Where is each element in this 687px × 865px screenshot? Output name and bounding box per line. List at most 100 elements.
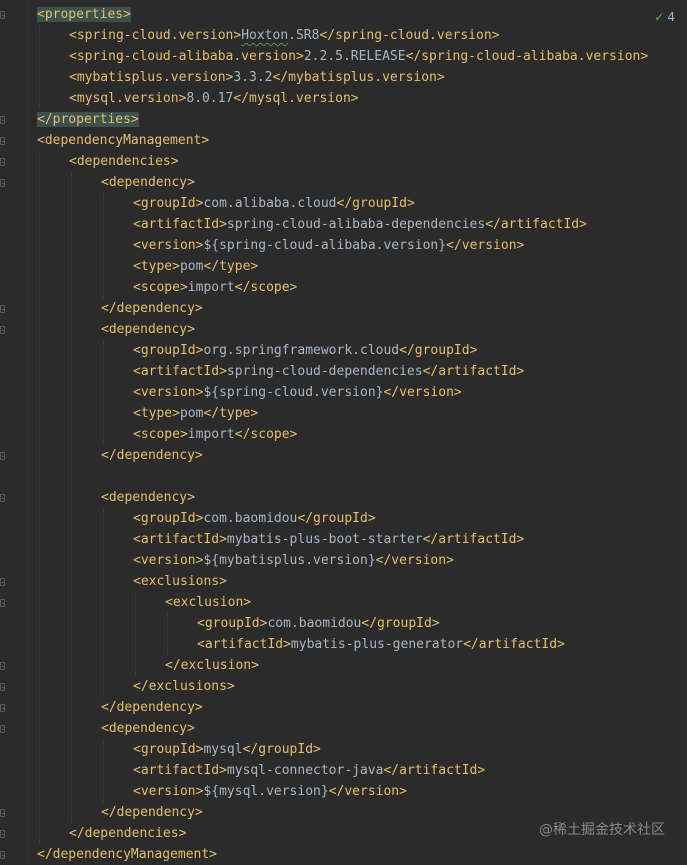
fold-marker-icon[interactable] <box>0 452 5 460</box>
xml-value: ${mybatisplus.version} <box>203 553 376 568</box>
fold-marker-icon[interactable] <box>0 179 5 187</box>
xml-tag: </groupId> <box>361 616 440 631</box>
code-line[interactable]: <dependencyManagement> <box>37 130 209 151</box>
indent-guide <box>39 25 40 109</box>
xml-value: com.baomidou <box>267 616 362 631</box>
xml-tag: <artifactId> <box>133 763 227 778</box>
fold-marker-icon[interactable] <box>0 305 5 313</box>
fold-marker-icon[interactable] <box>0 158 5 166</box>
fold-marker-icon[interactable] <box>0 599 5 607</box>
code-line[interactable]: <exclusions> <box>133 571 227 592</box>
code-line[interactable]: </exclusions> <box>133 676 235 697</box>
code-line[interactable]: </properties> <box>37 109 139 130</box>
xml-value: Hoxton <box>241 28 289 43</box>
xml-value: ${spring-cloud.version} <box>203 385 384 400</box>
xml-tag: </version> <box>375 553 454 568</box>
code-line[interactable]: <dependency> <box>101 172 195 193</box>
code-line[interactable]: <mysql.version>8.0.17</mysql.version> <box>69 88 359 109</box>
code-line[interactable]: <version>${spring-cloud.version}</versio… <box>133 382 462 403</box>
code-line[interactable]: </dependencyManagement> <box>37 844 217 865</box>
xml-tag: </artifactId> <box>383 763 486 778</box>
xml-tag: </version> <box>383 385 462 400</box>
xml-value: ${mysql.version} <box>203 784 329 799</box>
xml-tag: <version> <box>133 784 204 799</box>
xml-tag: </dependencies> <box>69 826 187 841</box>
code-line[interactable]: <mybatisplus.version>3.3.2</mybatisplus.… <box>69 67 445 88</box>
code-line[interactable]: <spring-cloud-alibaba.version>2.2.5.RELE… <box>69 46 648 67</box>
code-line[interactable]: <dependency> <box>101 319 195 340</box>
fold-marker-icon[interactable] <box>0 326 5 334</box>
xml-tag: <dependency> <box>101 322 195 337</box>
code-line[interactable]: <type>pom</type> <box>133 403 258 424</box>
xml-tag: </type> <box>203 406 259 421</box>
code-line[interactable]: <properties> <box>37 4 131 25</box>
code-line[interactable]: </exclusion> <box>165 655 259 676</box>
fold-marker-icon[interactable] <box>0 830 5 838</box>
fold-marker-icon[interactable] <box>0 662 5 670</box>
code-line[interactable]: <dependencies> <box>69 151 179 172</box>
code-line[interactable]: <scope>import</scope> <box>133 277 297 298</box>
xml-tag: <artifactId> <box>133 532 227 547</box>
xml-tag: <version> <box>133 553 204 568</box>
xml-tag: </scope> <box>234 427 298 442</box>
xml-tag: </artifactId> <box>485 217 587 232</box>
xml-tag: </exclusions> <box>133 679 235 694</box>
inspection-widget[interactable]: ✓ 4 <box>654 9 675 25</box>
code-line[interactable]: <version>${spring-cloud-alibaba.version}… <box>133 235 524 256</box>
xml-tag: </mybatisplus.version> <box>272 70 445 85</box>
code-line[interactable]: <dependency> <box>101 718 195 739</box>
code-line[interactable]: <groupId>com.baomidou</groupId> <box>133 508 376 529</box>
code-line[interactable]: </dependency> <box>101 298 203 319</box>
code-line[interactable]: <artifactId>mybatis-plus-boot-starter</a… <box>133 529 524 550</box>
xml-tag: <dependencyManagement> <box>37 133 210 148</box>
code-line[interactable]: <artifactId>mysql-connector-java</artifa… <box>133 760 485 781</box>
xml-value: import <box>187 280 235 295</box>
fold-marker-icon[interactable] <box>0 683 5 691</box>
code-editor[interactable]: <properties> <spring-cloud.version>Hoxton… <box>0 0 687 862</box>
editor-gutter[interactable] <box>0 0 28 861</box>
code-line[interactable]: </dependencies> <box>69 823 186 844</box>
code-line[interactable]: <groupId>com.alibaba.cloud</groupId> <box>133 193 415 214</box>
code-line[interactable]: <dependency> <box>101 487 195 508</box>
code-line[interactable]: <groupId>org.springframework.cloud</grou… <box>133 340 477 361</box>
fold-marker-icon[interactable] <box>0 494 5 502</box>
xml-value: pom <box>179 259 204 274</box>
xml-value: mysql-connector-java <box>226 763 384 778</box>
fold-marker-icon[interactable] <box>0 578 5 586</box>
fold-marker-icon[interactable] <box>0 809 5 817</box>
xml-value: org.springframework.cloud <box>203 343 400 358</box>
code-line[interactable]: </dependency> <box>101 697 203 718</box>
code-line[interactable]: <type>pom</type> <box>133 256 258 277</box>
fold-marker-icon[interactable] <box>0 116 5 124</box>
xml-tag: <groupId> <box>133 511 204 526</box>
xml-value: 2.2.5.RELEASE <box>303 49 406 64</box>
xml-value: mybatis-plus-generator <box>290 637 464 652</box>
code-line[interactable]: <exclusion> <box>165 592 251 613</box>
xml-tag: <spring-cloud.version> <box>69 28 242 43</box>
xml-tag: </exclusion> <box>165 658 259 673</box>
fold-marker-icon[interactable] <box>0 137 5 145</box>
check-icon: ✓ <box>654 10 665 24</box>
code-line[interactable]: <version>${mysql.version}</version> <box>133 781 407 802</box>
code-line[interactable]: <version>${mybatisplus.version}</version… <box>133 550 454 571</box>
fold-marker-icon[interactable] <box>0 725 5 733</box>
xml-tag: <version> <box>133 238 204 253</box>
code-line[interactable]: <artifactId>spring-cloud-alibaba-depende… <box>133 214 587 235</box>
code-line[interactable]: <groupId>com.baomidou</groupId> <box>197 613 440 634</box>
code-line[interactable]: <scope>import</scope> <box>133 424 297 445</box>
code-line[interactable]: </dependency> <box>101 445 203 466</box>
xml-tag: <groupId> <box>133 196 204 211</box>
indent-guide <box>135 592 136 676</box>
xml-value: com.baomidou <box>203 511 298 526</box>
code-line[interactable]: <artifactId>spring-cloud-dependencies</a… <box>133 361 524 382</box>
xml-tag: <dependency> <box>101 721 195 736</box>
code-line[interactable]: <artifactId>mybatis-plus-generator</arti… <box>197 634 565 655</box>
xml-tag: <exclusion> <box>165 595 252 610</box>
xml-tag: <scope> <box>133 280 188 295</box>
fold-marker-icon[interactable] <box>0 11 5 19</box>
fold-marker-icon[interactable] <box>0 851 5 859</box>
code-line[interactable]: </dependency> <box>101 802 203 823</box>
fold-marker-icon[interactable] <box>0 704 5 712</box>
code-line[interactable]: <groupId>mysql</groupId> <box>133 739 321 760</box>
code-line[interactable]: <spring-cloud.version>Hoxton.SR8</spring… <box>69 25 499 46</box>
